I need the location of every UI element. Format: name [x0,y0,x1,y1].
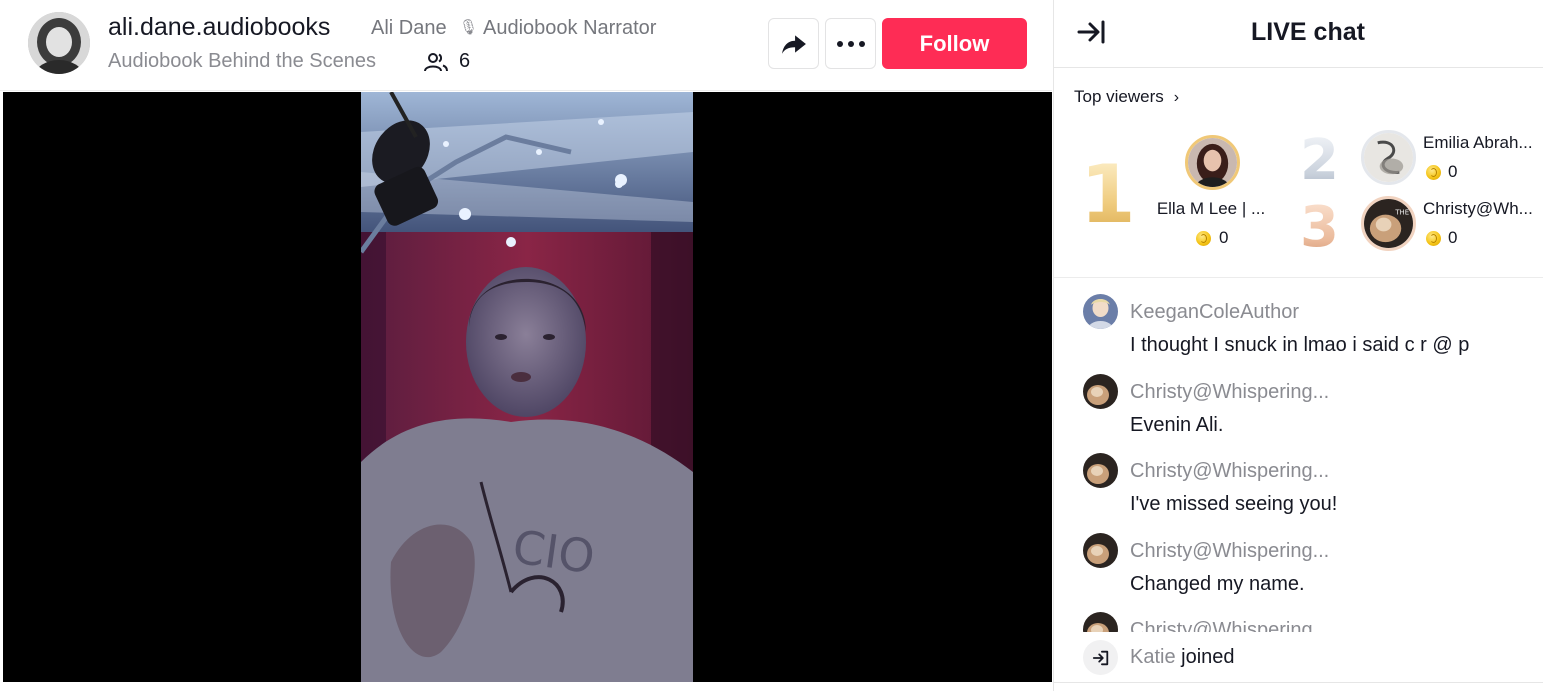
chat-message: Christy@Whispering [1054,607,1543,632]
coin-icon [1426,165,1441,180]
rank-3-number: 3 [1300,195,1339,260]
top-viewer-2-name[interactable]: Emilia Abrah... [1423,133,1543,153]
rank-2-number: 2 [1300,128,1339,193]
message-username[interactable]: Christy@Whispering... [1130,381,1329,404]
live-title: Audiobook Behind the Scenes [108,50,376,72]
message-text: Changed my name. [1130,573,1305,595]
chat-message: KeeganColeAuthor I thought I snuck in lm… [1054,289,1543,359]
top-viewers-link[interactable]: Top viewers › [1074,87,1179,107]
join-username[interactable]: Katie [1130,646,1176,668]
top-viewer-3-name[interactable]: Christy@Wh... [1423,199,1543,219]
top-viewer-3-avatar[interactable]: THE [1361,196,1416,251]
share-button[interactable] [768,18,819,69]
share-arrow-icon [781,34,806,54]
viewer-count: 6 [459,50,471,72]
coin-icon [1426,231,1441,246]
chat-message: Christy@Whispering... Changed my name. [1054,528,1543,598]
user-avatar[interactable] [1083,533,1118,568]
host-avatar[interactable] [28,12,90,74]
message-username[interactable]: Christy@Whispering... [1130,460,1329,483]
join-text: Katie joined [1130,646,1235,669]
join-arrow-icon [1083,640,1118,675]
chevron-right-icon: › [1173,89,1180,106]
top-viewer-1-name[interactable]: Ella M Lee | ... [1152,199,1270,219]
join-notice: Katie joined [1054,634,1543,682]
user-avatar[interactable] [1083,294,1118,329]
join-action: joined [1181,646,1235,668]
chat-message-list[interactable]: KeeganColeAuthor I thought I snuck in lm… [1054,285,1543,632]
top-viewer-2-avatar[interactable] [1361,130,1416,185]
live-video-player[interactable]: CIO [3,92,1052,682]
top-viewer-2-score: 0 [1448,162,1458,181]
chat-message: Christy@Whispering... Evenin Ali. [1054,369,1543,439]
divider [1054,277,1543,278]
top-viewer-1-score: 0 [1219,228,1229,247]
live-video-frame: CIO [361,92,693,682]
user-avatar[interactable] [1083,612,1118,632]
microphone-icon: 🎙 [459,19,479,36]
svg-text:THE: THE [1394,209,1409,217]
top-viewer-1-avatar[interactable] [1185,135,1240,190]
host-nickname: Ali Dane [371,17,447,39]
coin-icon [1196,231,1211,246]
chat-title: LIVE chat [1251,18,1365,46]
user-avatar[interactable] [1083,374,1118,409]
chat-header: LIVE chat [1054,0,1543,68]
top-viewer-3-score: 0 [1448,228,1458,247]
message-text: I thought I snuck in lmao i said c r @ p [1130,334,1470,356]
more-button[interactable] [825,18,876,69]
live-chat-panel: LIVE chat Top viewers › 1 Ella M Lee | ..… [1053,0,1543,691]
message-text: Evenin Ali. [1130,414,1224,436]
user-avatar[interactable] [1083,453,1118,488]
message-username[interactable]: KeeganColeAuthor [1130,301,1299,324]
live-header: ali.dane.audiobooks Ali Dane 🎙 Audiobook… [0,0,1052,91]
more-dots-icon [836,40,865,47]
host-role: Audiobook Narrator [483,17,657,39]
follow-button[interactable]: Follow [882,18,1027,69]
viewers-icon [424,52,448,72]
divider [1054,682,1543,683]
message-username[interactable]: Christy@Whispering... [1130,540,1329,563]
host-username[interactable]: ali.dane.audiobooks [108,13,330,42]
chat-message: Christy@Whispering... I've missed seeing… [1054,448,1543,518]
top-viewers-label: Top viewers [1074,87,1164,106]
message-text: I've missed seeing you! [1130,493,1338,515]
rank-1-number: 1 [1080,148,1136,241]
message-username[interactable]: Christy@Whispering [1130,619,1313,632]
svg-text:CIO: CIO [509,519,598,584]
